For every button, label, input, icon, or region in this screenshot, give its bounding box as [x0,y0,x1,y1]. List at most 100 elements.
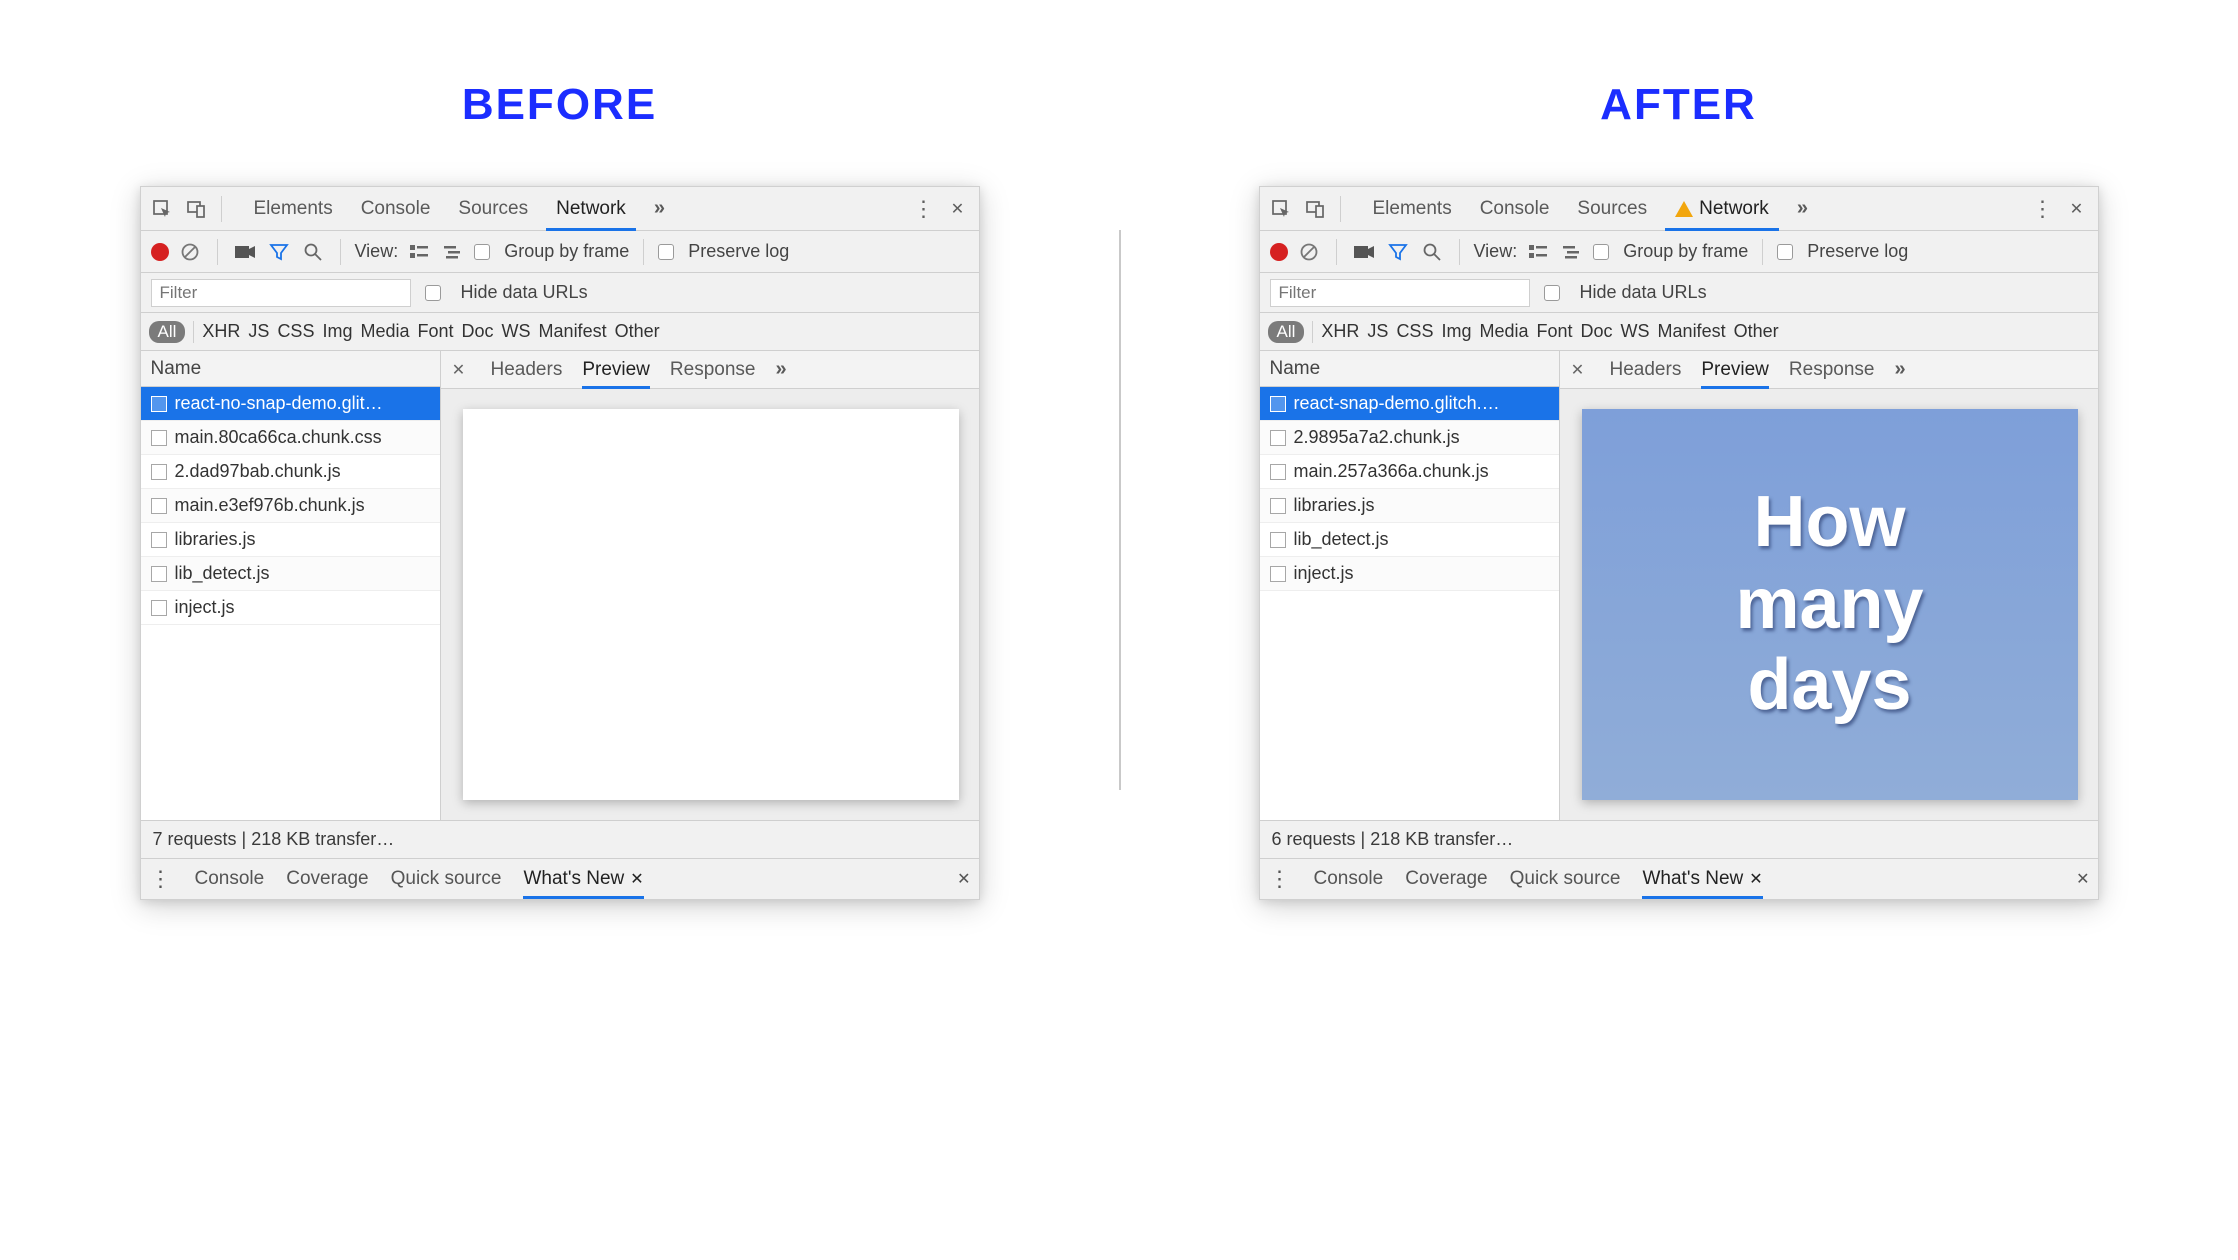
large-rows-icon[interactable] [1525,239,1551,265]
chip-js[interactable]: JS [1367,321,1388,342]
camera-icon[interactable] [1351,239,1377,265]
request-row[interactable]: libraries.js [1260,489,1559,523]
tab-network[interactable]: Network [542,187,640,230]
close-drawer-icon[interactable] [2076,868,2089,890]
chip-media[interactable]: Media [1479,321,1528,342]
chip-font[interactable]: Font [418,321,454,342]
request-row[interactable]: 2.dad97bab.chunk.js [141,455,440,489]
tab-console[interactable]: Console [1466,187,1564,230]
chip-css[interactable]: CSS [277,321,314,342]
close-devtools-icon[interactable] [2062,194,2092,224]
close-whatsnew-icon[interactable] [1749,868,1762,890]
close-detail-icon[interactable] [1566,359,1590,381]
waterfall-icon[interactable] [1559,239,1585,265]
kebab-menu-icon[interactable] [909,194,939,224]
detail-tab-headers[interactable]: Headers [491,351,563,388]
close-drawer-icon[interactable] [957,868,970,890]
hide-data-urls-checkbox[interactable] [425,285,441,301]
request-row[interactable]: main.e3ef976b.chunk.js [141,489,440,523]
filter-icon[interactable] [266,239,292,265]
request-list-header[interactable]: Name [141,351,440,387]
chip-media[interactable]: Media [360,321,409,342]
record-icon[interactable] [1270,243,1288,261]
detail-tab-preview[interactable]: Preview [582,351,650,388]
close-detail-icon[interactable] [447,359,471,381]
request-row[interactable]: lib_detect.js [141,557,440,591]
detail-tab-preview[interactable]: Preview [1701,351,1769,388]
chip-doc[interactable]: Doc [1581,321,1613,342]
device-toolbar-icon[interactable] [181,194,211,224]
tab-sources[interactable]: Sources [444,187,542,230]
drawer-whatsnew[interactable]: What's New [523,859,643,899]
request-row[interactable]: main.257a366a.chunk.js [1260,455,1559,489]
chip-manifest[interactable]: Manifest [1658,321,1726,342]
drawer-menu-icon[interactable] [1268,866,1292,892]
request-row[interactable]: libraries.js [141,523,440,557]
tabs-overflow[interactable] [1783,187,1822,230]
chip-css[interactable]: CSS [1396,321,1433,342]
search-icon[interactable] [1419,239,1445,265]
group-by-frame-checkbox[interactable] [1593,244,1609,260]
close-whatsnew-icon[interactable] [630,868,643,890]
request-row[interactable]: react-no-snap-demo.glit… [141,387,440,421]
chip-other[interactable]: Other [615,321,660,342]
filter-icon[interactable] [1385,239,1411,265]
large-rows-icon[interactable] [406,239,432,265]
filter-input[interactable] [1270,279,1530,307]
drawer-coverage[interactable]: Coverage [1405,859,1487,899]
chip-doc[interactable]: Doc [462,321,494,342]
group-by-frame-checkbox[interactable] [474,244,490,260]
chip-js[interactable]: JS [248,321,269,342]
request-row[interactable]: inject.js [141,591,440,625]
clear-icon[interactable] [177,239,203,265]
hide-data-urls-checkbox[interactable] [1544,285,1560,301]
request-row[interactable]: main.80ca66ca.chunk.css [141,421,440,455]
drawer-console[interactable]: Console [1314,859,1384,899]
device-toolbar-icon[interactable] [1300,194,1330,224]
chip-other[interactable]: Other [1734,321,1779,342]
drawer-menu-icon[interactable] [149,866,173,892]
tab-network[interactable]: Network [1661,187,1783,230]
chip-all[interactable]: All [149,321,186,343]
chip-img[interactable]: Img [322,321,352,342]
request-list-header[interactable]: Name [1260,351,1559,387]
chip-all[interactable]: All [1268,321,1305,343]
request-row[interactable]: react-snap-demo.glitch.… [1260,387,1559,421]
kebab-menu-icon[interactable] [2028,194,2058,224]
preserve-log-checkbox[interactable] [1777,244,1793,260]
chip-img[interactable]: Img [1441,321,1471,342]
close-devtools-icon[interactable] [943,194,973,224]
tab-sources[interactable]: Sources [1563,187,1661,230]
drawer-coverage[interactable]: Coverage [286,859,368,899]
detail-tab-response[interactable]: Response [670,351,756,388]
chip-ws[interactable]: WS [502,321,531,342]
request-row[interactable]: 2.9895a7a2.chunk.js [1260,421,1559,455]
tab-elements[interactable]: Elements [240,187,347,230]
request-row[interactable]: lib_detect.js [1260,523,1559,557]
inspect-element-icon[interactable] [1266,194,1296,224]
clear-icon[interactable] [1296,239,1322,265]
detail-tabs-overflow-icon[interactable] [1894,351,1905,388]
tabs-overflow[interactable] [640,187,679,230]
chip-manifest[interactable]: Manifest [539,321,607,342]
drawer-quicksource[interactable]: Quick source [391,859,502,899]
chip-xhr[interactable]: XHR [202,321,240,342]
request-row[interactable]: inject.js [1260,557,1559,591]
camera-icon[interactable] [232,239,258,265]
chip-ws[interactable]: WS [1621,321,1650,342]
chip-font[interactable]: Font [1537,321,1573,342]
record-icon[interactable] [151,243,169,261]
tab-elements[interactable]: Elements [1359,187,1466,230]
chip-xhr[interactable]: XHR [1321,321,1359,342]
drawer-whatsnew[interactable]: What's New [1642,859,1762,899]
preserve-log-checkbox[interactable] [658,244,674,260]
detail-tabs-overflow-icon[interactable] [775,351,786,388]
search-icon[interactable] [300,239,326,265]
drawer-console[interactable]: Console [195,859,265,899]
filter-input[interactable] [151,279,411,307]
inspect-element-icon[interactable] [147,194,177,224]
waterfall-icon[interactable] [440,239,466,265]
tab-console[interactable]: Console [347,187,445,230]
drawer-quicksource[interactable]: Quick source [1510,859,1621,899]
detail-tab-response[interactable]: Response [1789,351,1875,388]
